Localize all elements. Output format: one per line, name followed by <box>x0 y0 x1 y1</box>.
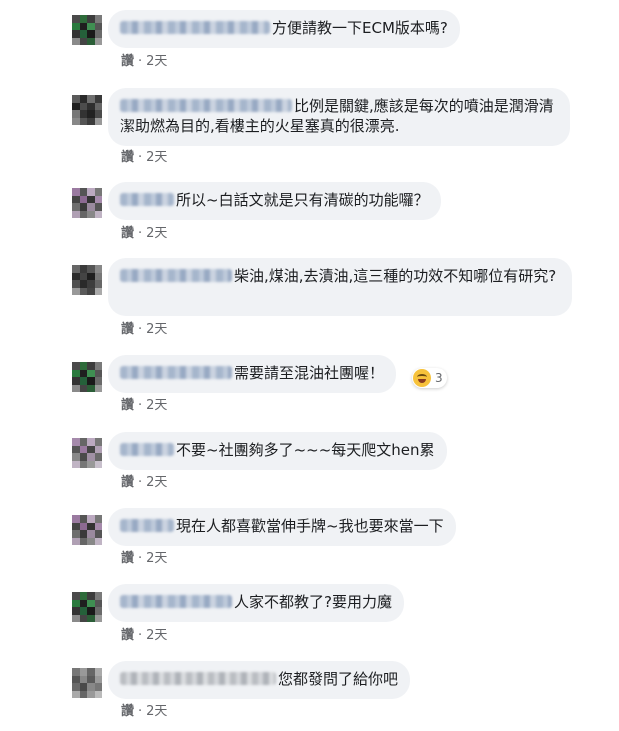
comment-text: 您都發問了給你吧 <box>278 670 399 688</box>
comment-text: 所以~白話文就是只有清碳的功能囉？ <box>176 191 429 209</box>
separator: · <box>138 226 143 241</box>
separator: · <box>138 322 143 337</box>
avatar[interactable] <box>72 362 102 392</box>
separator: · <box>138 551 143 566</box>
separator: · <box>138 475 143 490</box>
comment-meta: 讚 · 2天 <box>121 398 167 414</box>
comment-text: 方便請教一下ECM版本嗎? <box>272 19 448 37</box>
commenter-name-blurred[interactable] <box>120 21 270 34</box>
comment-bubble: 比例是關鍵,應該是每次的噴油是潤滑清潔助燃為目的,看樓主的火星塞真的很漂亮. <box>108 88 570 146</box>
timestamp[interactable]: 2天 <box>146 150 167 165</box>
like-button[interactable]: 讚 <box>121 322 134 337</box>
separator: · <box>138 628 143 643</box>
avatar[interactable] <box>72 515 102 545</box>
comment-text: 現在人都喜歡當伸手牌~我也要來當一下 <box>176 517 444 535</box>
avatar[interactable] <box>72 265 102 295</box>
commenter-name-blurred[interactable] <box>120 595 232 608</box>
like-button[interactable]: 讚 <box>121 54 134 69</box>
comment-meta: 讚 · 2天 <box>121 322 167 338</box>
timestamp[interactable]: 2天 <box>146 475 167 490</box>
like-button[interactable]: 讚 <box>121 475 134 490</box>
avatar[interactable] <box>72 668 102 698</box>
comment-bubble: 方便請教一下ECM版本嗎? <box>108 10 460 48</box>
like-button[interactable]: 讚 <box>121 150 134 165</box>
comment-bubble: 您都發問了給你吧 <box>108 661 411 699</box>
comment-meta: 讚 · 2天 <box>121 226 167 242</box>
timestamp[interactable]: 2天 <box>146 226 167 241</box>
separator: · <box>138 398 143 413</box>
timestamp[interactable]: 2天 <box>146 54 167 69</box>
comment-meta: 讚 · 2天 <box>121 704 167 720</box>
avatar[interactable] <box>72 95 102 125</box>
timestamp[interactable]: 2天 <box>146 551 167 566</box>
timestamp[interactable]: 2天 <box>146 628 167 643</box>
separator: · <box>138 704 143 719</box>
timestamp[interactable]: 2天 <box>146 398 167 413</box>
avatar[interactable] <box>72 438 102 468</box>
comment-meta: 讚 · 2天 <box>121 475 167 491</box>
comment-text: 人家不都教了?要用力魔 <box>234 593 392 611</box>
comment-bubble: 所以~白話文就是只有清碳的功能囉？ <box>108 182 441 220</box>
avatar[interactable] <box>72 188 102 218</box>
comment-bubble: 不要~社團夠多了~~~每天爬文hen累 <box>108 432 447 470</box>
comment-text: 柴油,煤油,去漬油,這三種的功效不知哪位有研究? <box>234 267 557 285</box>
comment-bubble: 人家不都教了?要用力魔 <box>108 584 404 622</box>
comment-meta: 讚 · 2天 <box>121 551 167 567</box>
laughing-emoji-icon <box>413 369 431 387</box>
commenter-name-blurred[interactable] <box>120 269 232 282</box>
comment-meta: 讚 · 2天 <box>121 150 167 166</box>
commenter-name-blurred[interactable] <box>120 366 232 379</box>
reaction-count: 3 <box>435 371 443 385</box>
avatar[interactable] <box>72 592 102 622</box>
separator: · <box>138 150 143 165</box>
separator: · <box>138 54 143 69</box>
timestamp[interactable]: 2天 <box>146 322 167 337</box>
like-button[interactable]: 讚 <box>121 704 134 719</box>
commenter-name-blurred[interactable] <box>120 443 174 456</box>
comment-bubble: 柴油,煤油,去漬油,這三種的功效不知哪位有研究? <box>108 258 572 316</box>
commenter-name-blurred[interactable] <box>120 193 174 206</box>
commenter-name-blurred[interactable] <box>120 672 276 685</box>
comment-meta: 讚 · 2天 <box>121 54 167 70</box>
comment-meta: 讚 · 2天 <box>121 628 167 644</box>
timestamp[interactable]: 2天 <box>146 704 167 719</box>
comment-text: 需要請至混油社團喔！ <box>234 364 385 382</box>
comment-text: 不要~社團夠多了~~~每天爬文hen累 <box>176 441 435 459</box>
reaction-badge[interactable]: 3 <box>412 368 447 388</box>
commenter-name-blurred[interactable] <box>120 99 292 112</box>
like-button[interactable]: 讚 <box>121 226 134 241</box>
commenter-name-blurred[interactable] <box>120 519 174 532</box>
comment-bubble: 現在人都喜歡當伸手牌~我也要來當一下 <box>108 508 456 546</box>
like-button[interactable]: 讚 <box>121 398 134 413</box>
like-button[interactable]: 讚 <box>121 628 134 643</box>
comment-bubble: 需要請至混油社團喔！ <box>108 355 397 393</box>
avatar[interactable] <box>72 15 102 45</box>
like-button[interactable]: 讚 <box>121 551 134 566</box>
